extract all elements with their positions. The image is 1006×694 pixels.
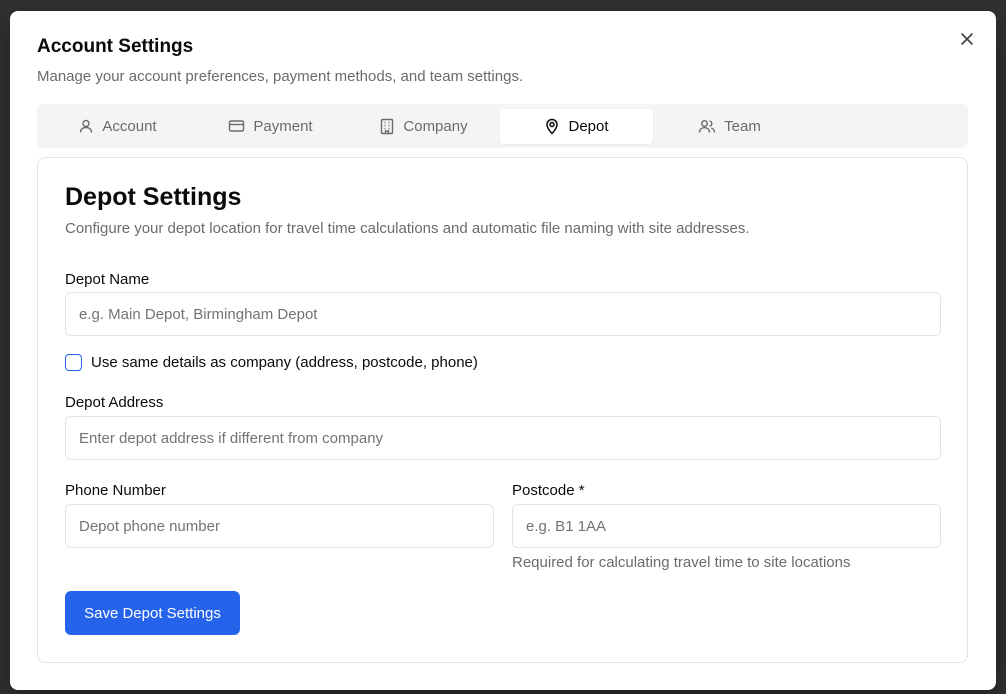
save-depot-settings-button[interactable]: Save Depot Settings	[65, 591, 240, 635]
postcode-input[interactable]	[512, 504, 941, 548]
tab-team-label: Team	[724, 117, 761, 135]
depot-name-label: Depot Name	[65, 271, 150, 288]
same-details-checkbox[interactable]	[65, 354, 82, 371]
building-icon	[381, 118, 394, 134]
tab-team[interactable]: Team	[653, 109, 806, 144]
dialog-subtitle: Manage your account preferences, payment…	[37, 68, 524, 85]
depot-address-input[interactable]	[65, 416, 941, 460]
tab-account-label: Account	[102, 117, 157, 135]
tab-depot[interactable]: Depot	[500, 108, 653, 144]
map-pin-icon	[546, 118, 559, 135]
account-settings-dialog: Account Settings Manage your account pre…	[10, 11, 996, 690]
phone-number-input[interactable]	[65, 504, 494, 548]
phone-number-label: Phone Number	[65, 482, 166, 499]
tab-company-label: Company	[403, 117, 468, 135]
user-icon	[80, 119, 93, 133]
tab-payment-label: Payment	[253, 117, 313, 135]
postcode-helper-text: Required for calculating travel time to …	[512, 554, 851, 571]
tab-company[interactable]: Company	[347, 109, 500, 144]
settings-tabs: Account Payment Company Depot Team	[37, 104, 968, 148]
depot-settings-card: Depot Settings Configure your depot loca…	[37, 157, 968, 663]
close-icon	[961, 33, 973, 45]
tab-payment[interactable]: Payment	[194, 109, 347, 144]
depot-settings-title: Depot Settings	[65, 183, 242, 211]
users-icon	[698, 120, 716, 133]
postcode-label: Postcode *	[512, 482, 585, 499]
tab-depot-label: Depot	[568, 117, 609, 135]
depot-name-input[interactable]	[65, 292, 941, 336]
close-button[interactable]	[958, 30, 976, 48]
tab-account[interactable]: Account	[41, 109, 194, 144]
credit-card-icon	[229, 120, 245, 132]
dialog-title: Account Settings	[37, 36, 194, 57]
depot-settings-description: Configure your depot location for travel…	[65, 220, 750, 237]
same-details-label[interactable]: Use same details as company (address, po…	[91, 354, 478, 371]
depot-address-label: Depot Address	[65, 394, 164, 411]
